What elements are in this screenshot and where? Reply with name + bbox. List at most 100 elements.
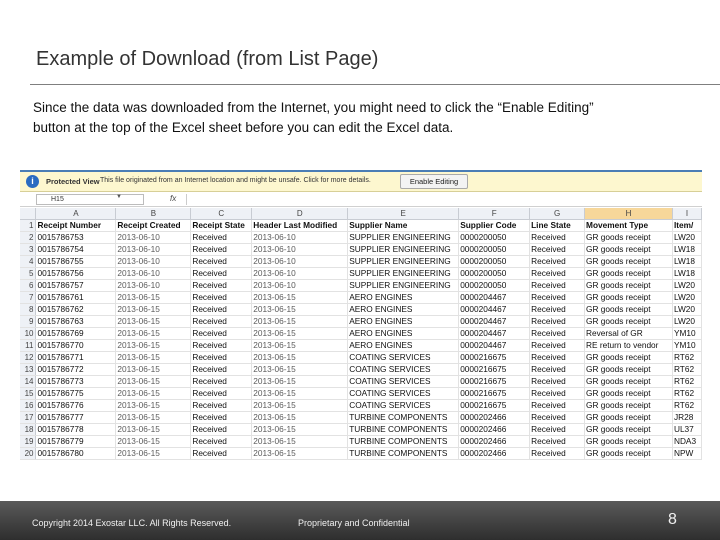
table-cell[interactable]: 0000216675	[458, 399, 531, 413]
table-cell[interactable]: GR goods receipt	[584, 303, 673, 317]
table-cell[interactable]: GR goods receipt	[584, 411, 673, 425]
table-cell[interactable]: 0000204467	[458, 315, 531, 329]
table-cell[interactable]: Received	[529, 267, 586, 281]
row-number[interactable]: 19	[20, 435, 37, 449]
column-title-cell[interactable]: Movement Type	[584, 219, 673, 233]
table-cell[interactable]: 2013-06-10	[251, 243, 349, 257]
row-number[interactable]: 18	[20, 423, 37, 437]
table-cell[interactable]: 0015786772	[35, 363, 117, 377]
column-header[interactable]: F	[458, 208, 531, 221]
row-number[interactable]: 12	[20, 351, 37, 365]
table-cell[interactable]: 2013-06-15	[115, 447, 192, 461]
table-cell[interactable]: GR goods receipt	[584, 279, 673, 293]
table-cell[interactable]: 0015786763	[35, 315, 117, 329]
table-cell[interactable]: 0015786762	[35, 303, 117, 317]
table-cell[interactable]: GR goods receipt	[584, 447, 673, 461]
table-cell[interactable]: LW20	[672, 291, 702, 305]
table-cell[interactable]: LW20	[672, 231, 702, 245]
table-cell[interactable]: SUPPLIER ENGINEERING	[347, 255, 460, 269]
row-number[interactable]: 1	[20, 219, 37, 233]
table-cell[interactable]: Reversal of GR	[584, 327, 673, 341]
table-cell[interactable]: Received	[190, 339, 253, 353]
table-cell[interactable]: LW18	[672, 255, 702, 269]
column-header[interactable]: A	[35, 208, 117, 221]
table-cell[interactable]: Received	[529, 387, 586, 401]
table-cell[interactable]: 2013-06-10	[115, 243, 192, 257]
table-cell[interactable]: 0015786756	[35, 267, 117, 281]
table-cell[interactable]: Received	[190, 363, 253, 377]
table-cell[interactable]: 2013-06-10	[115, 255, 192, 269]
row-number[interactable]: 7	[20, 291, 37, 305]
table-cell[interactable]: 2013-06-15	[115, 411, 192, 425]
table-cell[interactable]: Received	[190, 303, 253, 317]
column-title-cell[interactable]: Supplier Code	[458, 219, 531, 233]
table-cell[interactable]: 0000204467	[458, 339, 531, 353]
table-cell[interactable]: NDA3	[672, 435, 702, 449]
table-cell[interactable]: Received	[190, 375, 253, 389]
table-cell[interactable]: SUPPLIER ENGINEERING	[347, 279, 460, 293]
table-cell[interactable]: 0000200050	[458, 243, 531, 257]
table-cell[interactable]: 2013-06-10	[115, 231, 192, 245]
table-cell[interactable]: GR goods receipt	[584, 435, 673, 449]
table-cell[interactable]: 0015786776	[35, 399, 117, 413]
table-cell[interactable]: 0000216675	[458, 387, 531, 401]
table-cell[interactable]: 0000200050	[458, 255, 531, 269]
table-cell[interactable]: 2013-06-15	[115, 339, 192, 353]
table-cell[interactable]: 2013-06-15	[251, 387, 349, 401]
table-cell[interactable]: 0015786761	[35, 291, 117, 305]
table-cell[interactable]: 2013-06-10	[115, 279, 192, 293]
table-cell[interactable]: Received	[529, 243, 586, 257]
table-cell[interactable]: Received	[190, 423, 253, 437]
table-cell[interactable]: GR goods receipt	[584, 243, 673, 257]
table-cell[interactable]: 0000200050	[458, 267, 531, 281]
table-cell[interactable]: GR goods receipt	[584, 315, 673, 329]
table-cell[interactable]: GR goods receipt	[584, 231, 673, 245]
table-cell[interactable]: AERO ENGINES	[347, 327, 460, 341]
table-cell[interactable]: 2013-06-15	[115, 387, 192, 401]
table-cell[interactable]: Received	[529, 315, 586, 329]
table-cell[interactable]: Received	[529, 375, 586, 389]
table-cell[interactable]: 0015786753	[35, 231, 117, 245]
table-cell[interactable]: 2013-06-15	[251, 327, 349, 341]
table-cell[interactable]: 2013-06-15	[115, 303, 192, 317]
table-cell[interactable]: 0015786754	[35, 243, 117, 257]
table-cell[interactable]: 2013-06-15	[251, 411, 349, 425]
table-cell[interactable]: RT62	[672, 387, 702, 401]
row-number[interactable]: 10	[20, 327, 37, 341]
table-cell[interactable]: LW18	[672, 243, 702, 257]
table-cell[interactable]: 2013-06-10	[251, 255, 349, 269]
table-cell[interactable]: 2013-06-15	[251, 435, 349, 449]
table-cell[interactable]: Received	[190, 411, 253, 425]
table-cell[interactable]: GR goods receipt	[584, 363, 673, 377]
table-cell[interactable]: Received	[190, 315, 253, 329]
table-cell[interactable]: AERO ENGINES	[347, 303, 460, 317]
table-cell[interactable]: 2013-06-15	[115, 399, 192, 413]
column-title-cell[interactable]: Receipt Number	[35, 219, 117, 233]
table-cell[interactable]: Received	[529, 255, 586, 269]
table-cell[interactable]: 2013-06-15	[115, 327, 192, 341]
table-cell[interactable]: YM10	[672, 327, 702, 341]
row-number[interactable]: 4	[20, 255, 37, 269]
row-number[interactable]: 9	[20, 315, 37, 329]
column-header[interactable]: G	[529, 208, 586, 221]
table-cell[interactable]: 2013-06-15	[115, 291, 192, 305]
table-cell[interactable]: Received	[190, 291, 253, 305]
column-header[interactable]: E	[347, 208, 460, 221]
table-cell[interactable]: UL37	[672, 423, 702, 437]
table-cell[interactable]: 2013-06-10	[251, 279, 349, 293]
table-cell[interactable]: SUPPLIER ENGINEERING	[347, 267, 460, 281]
row-number[interactable]: 20	[20, 447, 37, 461]
column-header[interactable]: C	[190, 208, 253, 221]
chevron-down-icon[interactable]: ▼	[116, 194, 122, 200]
table-cell[interactable]: 2013-06-15	[115, 423, 192, 437]
table-cell[interactable]: RT62	[672, 375, 702, 389]
column-title-cell[interactable]: Receipt State	[190, 219, 253, 233]
column-header[interactable]: D	[251, 208, 349, 221]
table-cell[interactable]: 2013-06-15	[251, 291, 349, 305]
table-cell[interactable]: 0000216675	[458, 351, 531, 365]
table-cell[interactable]: COATING SERVICES	[347, 351, 460, 365]
table-cell[interactable]: SUPPLIER ENGINEERING	[347, 231, 460, 245]
row-number[interactable]: 6	[20, 279, 37, 293]
column-header[interactable]: H	[584, 208, 673, 221]
table-cell[interactable]: 0000202466	[458, 423, 531, 437]
